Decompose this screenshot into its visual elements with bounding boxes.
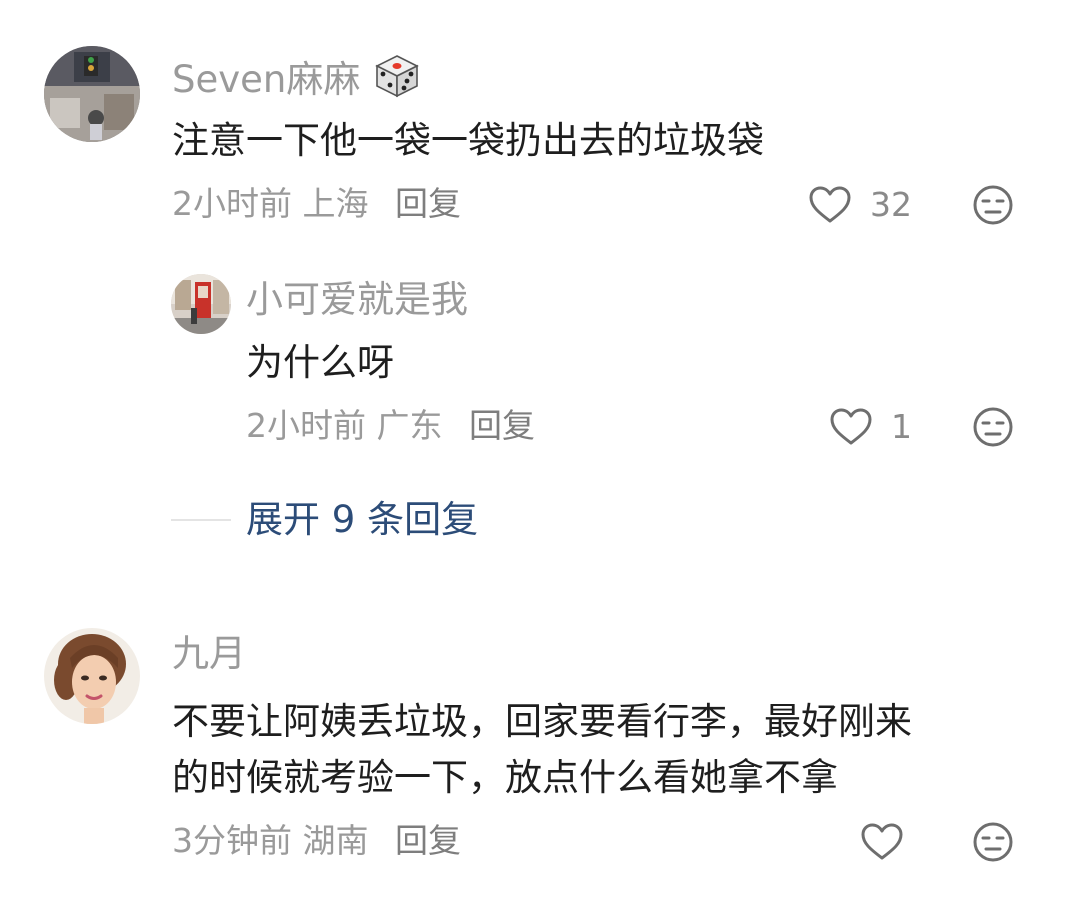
reply-button[interactable]: 回复	[469, 406, 535, 445]
neutral-face-icon[interactable]	[972, 184, 1014, 226]
heart-outline-icon	[809, 186, 851, 223]
reply-like-button[interactable]: 1	[829, 405, 919, 451]
expand-replies-button[interactable]: 展开 9 条回复	[246, 501, 478, 538]
like-button[interactable]	[860, 820, 906, 866]
comment-text: 不要让阿姨丢垃圾，回家要看行李，最好刚来 的时候就考验一下，放点什么看她拿不拿	[172, 694, 912, 805]
reply-avatar[interactable]	[171, 274, 231, 334]
neutral-face-icon[interactable]	[972, 406, 1014, 448]
like-count: 1	[891, 407, 912, 446]
like-count: 32	[870, 185, 912, 224]
location: 湖南	[302, 821, 369, 860]
heart-outline-icon	[830, 408, 872, 445]
comment-text: 注意一下他一袋一袋扔出去的垃圾袋	[172, 119, 764, 162]
comment-meta: 3分钟前 湖南 回复	[172, 824, 461, 857]
reply-button[interactable]: 回复	[395, 821, 461, 860]
comment-2: 九月 不要让阿姨丢垃圾，回家要看行李，最好刚来 的时候就考验一下，放点什么看她拿…	[0, 620, 1078, 904]
username[interactable]: Seven麻麻	[172, 54, 420, 98]
timestamp: 2小时前	[246, 406, 366, 445]
reply-username[interactable]: 小可爱就是我	[246, 281, 468, 318]
username-text: Seven麻麻	[172, 58, 361, 101]
expand-divider	[171, 519, 231, 521]
comment-text-line-1: 不要让阿姨丢垃圾，回家要看行李，最好刚来	[172, 700, 912, 743]
username[interactable]: 九月	[172, 635, 246, 672]
location: 上海	[302, 184, 369, 223]
comment-meta: 2小时前 上海 回复	[172, 187, 461, 220]
neutral-face-icon[interactable]	[972, 821, 1014, 863]
location: 广东	[376, 406, 443, 445]
heart-outline-icon	[861, 823, 903, 860]
reply-meta: 2小时前 广东 回复	[246, 409, 535, 442]
timestamp: 2小时前	[172, 184, 292, 223]
avatar[interactable]	[44, 628, 140, 724]
dice-icon	[375, 55, 419, 98]
like-button[interactable]: 32	[808, 183, 918, 229]
reply-button[interactable]: 回复	[395, 184, 461, 223]
reply-item: 小可爱就是我 为什么呀 2小时前 广东 回复 1	[0, 260, 1078, 460]
timestamp: 3分钟前	[172, 821, 292, 860]
avatar[interactable]	[44, 46, 140, 142]
comment-1: Seven麻麻 注意一下他一袋一袋扔出去的垃圾袋 2小时前 上海 回复 32 小…	[0, 0, 1078, 560]
reply-text: 为什么呀	[246, 341, 394, 384]
comment-text-line-2: 的时候就考验一下，放点什么看她拿不拿	[172, 755, 838, 799]
